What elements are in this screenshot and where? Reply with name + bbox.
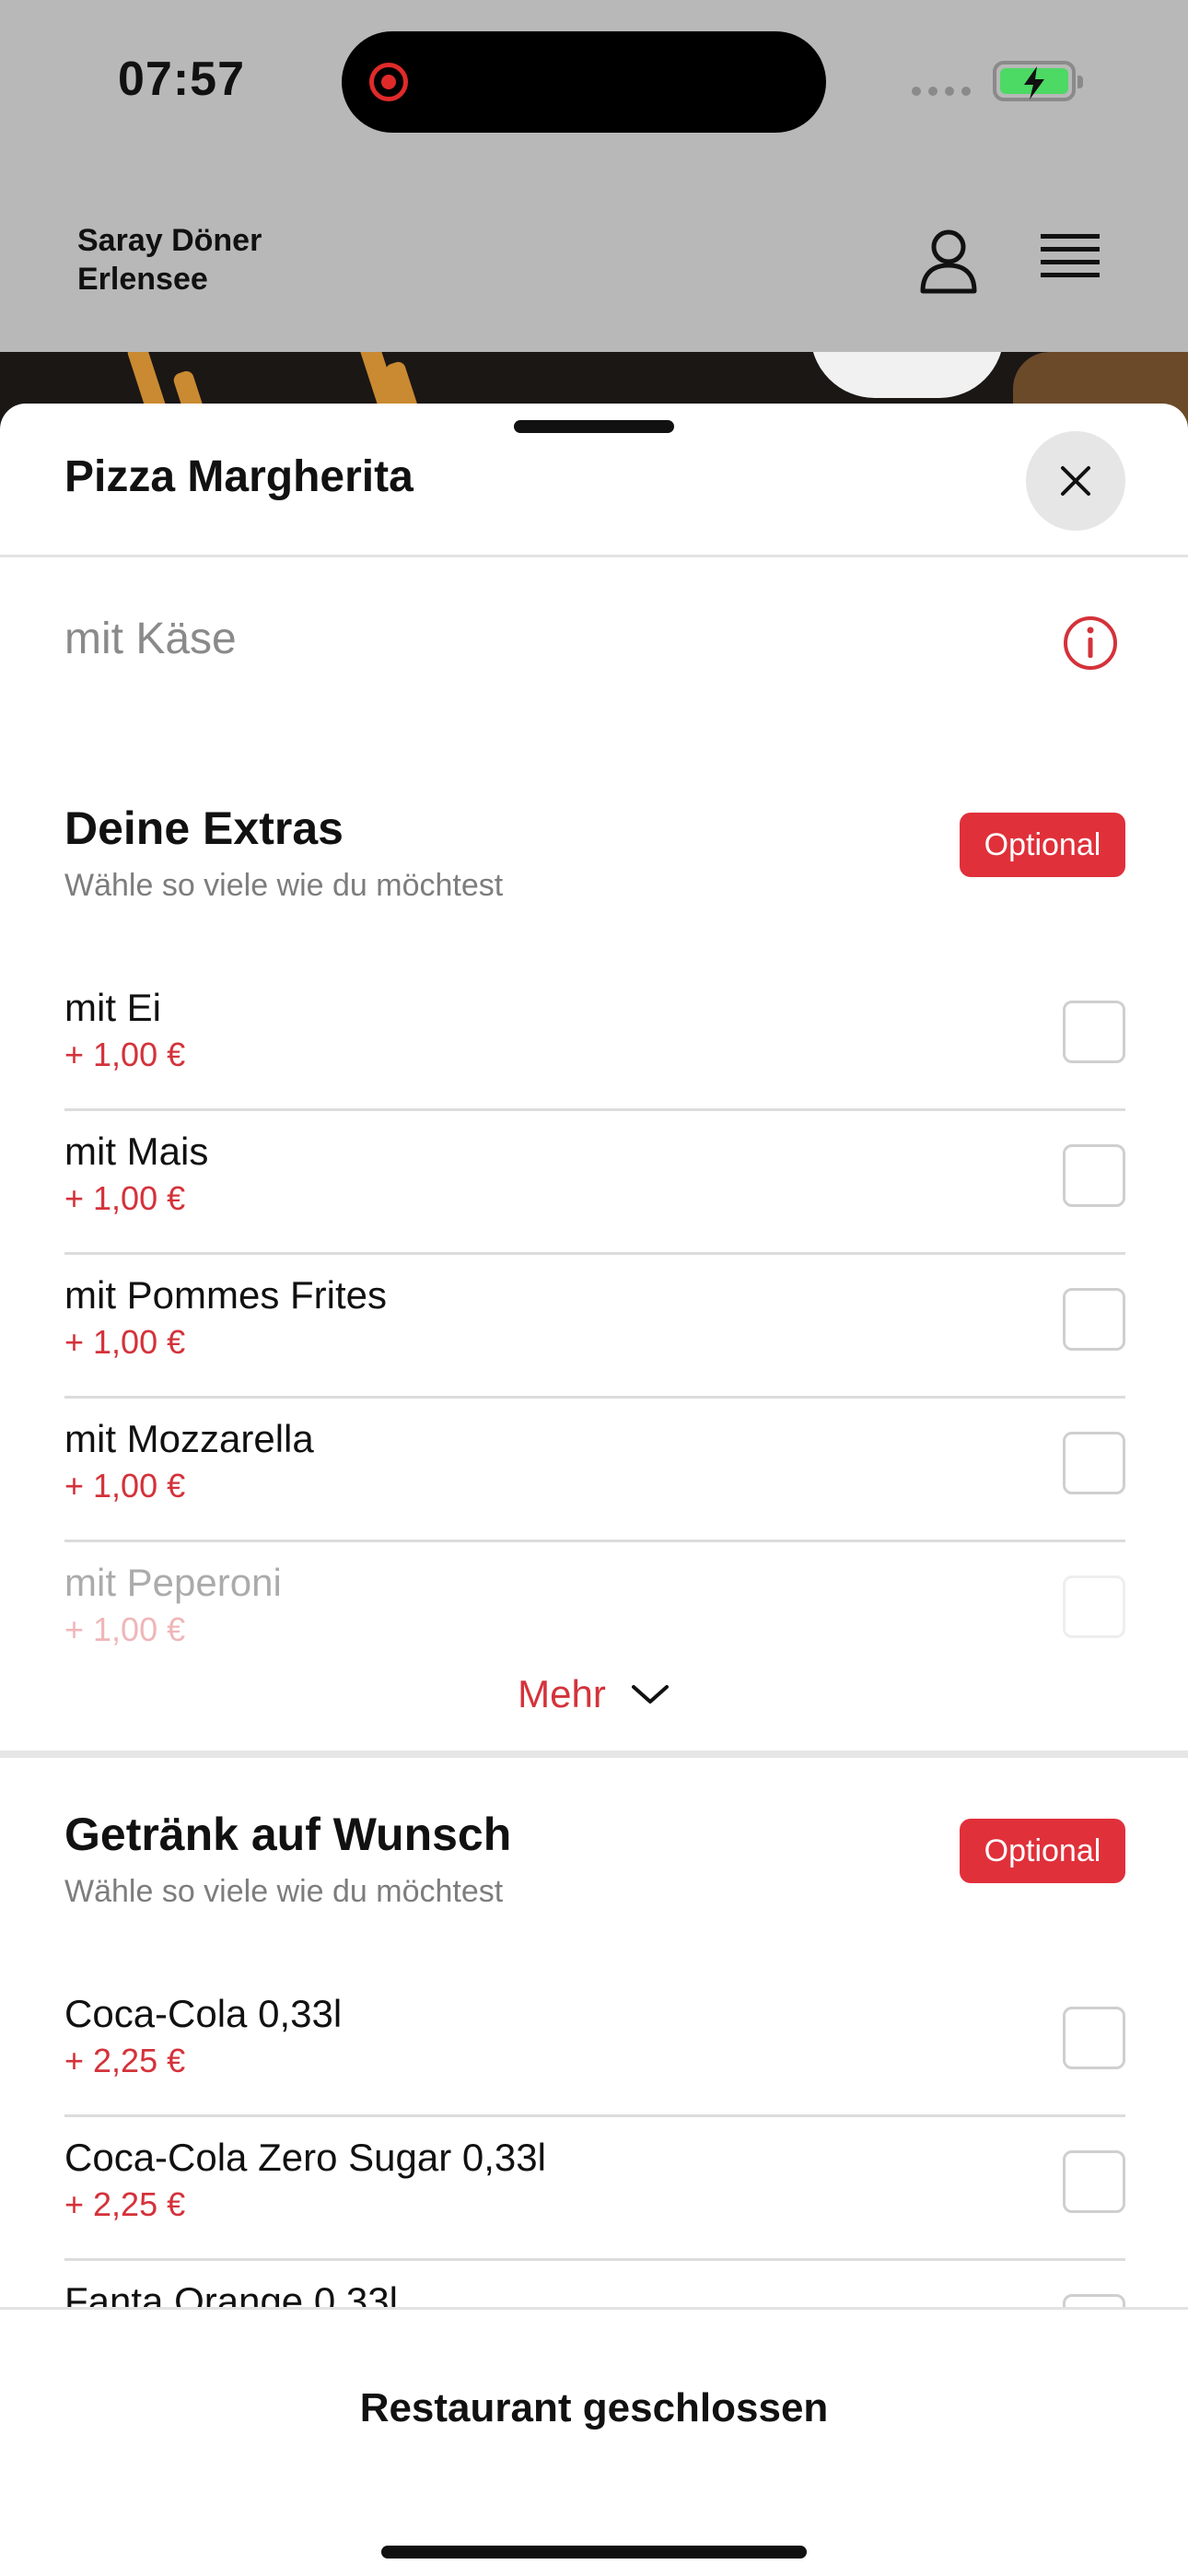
option-name: mit Peperoni bbox=[64, 1561, 282, 1604]
info-button[interactable] bbox=[1061, 614, 1120, 673]
option-checkbox[interactable] bbox=[1063, 2007, 1125, 2069]
battery-icon bbox=[993, 61, 1083, 101]
close-icon bbox=[1061, 466, 1090, 496]
option-price: + 2,25 € bbox=[64, 2185, 186, 2223]
sheet-grabber[interactable] bbox=[514, 420, 674, 433]
user-icon bbox=[920, 229, 977, 294]
option-row[interactable]: Coca-Cola 0,33l + 2,25 € bbox=[64, 1973, 1125, 2117]
option-checkbox[interactable] bbox=[1063, 1575, 1125, 1638]
restaurant-name-line2: Erlensee bbox=[77, 262, 208, 297]
option-price: + 1,00 € bbox=[64, 1467, 186, 1505]
option-row[interactable]: mit Mais + 1,00 € bbox=[64, 1111, 1125, 1255]
account-button[interactable] bbox=[912, 225, 985, 299]
product-sheet: Pizza Margherita mit Käse Deine Extras W… bbox=[0, 404, 1188, 2576]
option-row[interactable]: mit Mozzarella + 1,00 € bbox=[64, 1399, 1125, 1542]
option-name: Coca-Cola 0,33l bbox=[64, 1992, 343, 2035]
option-price: + 1,00 € bbox=[64, 1323, 186, 1361]
charging-bolt-icon bbox=[1024, 66, 1044, 100]
group-subtitle: Wähle so viele wie du möchtest bbox=[64, 1874, 504, 1909]
option-name: Coca-Cola Zero Sugar 0,33l bbox=[64, 2136, 546, 2179]
option-checkbox[interactable] bbox=[1063, 2150, 1125, 2213]
option-name: mit Pommes Frites bbox=[64, 1273, 388, 1317]
group-subtitle: Wähle so viele wie du möchtest bbox=[64, 868, 504, 903]
optional-badge: Optional bbox=[960, 1819, 1125, 1883]
home-indicator[interactable] bbox=[381, 2546, 807, 2558]
product-title: Pizza Margherita bbox=[64, 452, 413, 501]
group-title: Getränk auf Wunsch bbox=[64, 1809, 512, 1860]
option-row[interactable]: mit Ei + 1,00 € bbox=[64, 967, 1125, 1111]
show-more-label: Mehr bbox=[518, 1672, 606, 1715]
option-name: mit Mais bbox=[64, 1130, 209, 1173]
hamburger-menu-icon bbox=[1041, 234, 1100, 277]
restaurant-name[interactable]: Saray Döner Erlensee bbox=[77, 221, 262, 299]
restaurant-closed-button[interactable]: Restaurant geschlossen bbox=[0, 2385, 1188, 2431]
status-time: 07:57 bbox=[118, 53, 245, 106]
option-name: mit Ei bbox=[64, 986, 161, 1029]
group-title: Deine Extras bbox=[64, 802, 344, 854]
option-price: + 1,00 € bbox=[64, 1036, 186, 1073]
cellular-signal-icon bbox=[912, 87, 971, 96]
screen-recording-icon bbox=[369, 63, 408, 101]
restaurant-name-line1: Saray Döner bbox=[77, 223, 262, 258]
app-screen: 07:57 Saray Döner Erlensee Pizza Margher… bbox=[0, 0, 1188, 2576]
sheet-footer: Restaurant geschlossen bbox=[0, 2307, 1188, 2576]
status-bar: 07:57 bbox=[0, 0, 1188, 166]
chevron-down-icon bbox=[631, 1685, 669, 1704]
section-divider bbox=[0, 1751, 1188, 1758]
product-description: mit Käse bbox=[64, 615, 237, 663]
info-icon bbox=[1064, 616, 1117, 670]
show-more-button[interactable]: Mehr bbox=[0, 1662, 1188, 1727]
option-row[interactable]: Coca-Cola Zero Sugar 0,33l + 2,25 € bbox=[64, 2117, 1125, 2261]
option-price: + 1,00 € bbox=[64, 1179, 186, 1217]
menu-button[interactable] bbox=[1039, 228, 1112, 293]
option-checkbox[interactable] bbox=[1063, 1432, 1125, 1494]
option-price: + 2,25 € bbox=[64, 2042, 186, 2079]
optional-badge: Optional bbox=[960, 813, 1125, 877]
option-price: + 1,00 € bbox=[64, 1610, 186, 1648]
option-row[interactable]: mit Pommes Frites + 1,00 € bbox=[64, 1255, 1125, 1399]
option-checkbox[interactable] bbox=[1063, 1288, 1125, 1351]
option-name: mit Mozzarella bbox=[64, 1417, 314, 1460]
app-header: Saray Döner Erlensee bbox=[0, 184, 1188, 350]
close-button[interactable] bbox=[1026, 431, 1125, 531]
option-checkbox[interactable] bbox=[1063, 1144, 1125, 1207]
divider bbox=[0, 555, 1188, 557]
option-group-drinks: Getränk auf Wunsch Wähle so viele wie du… bbox=[0, 1808, 1188, 1992]
option-checkbox[interactable] bbox=[1063, 1001, 1125, 1063]
dynamic-island bbox=[342, 31, 826, 133]
